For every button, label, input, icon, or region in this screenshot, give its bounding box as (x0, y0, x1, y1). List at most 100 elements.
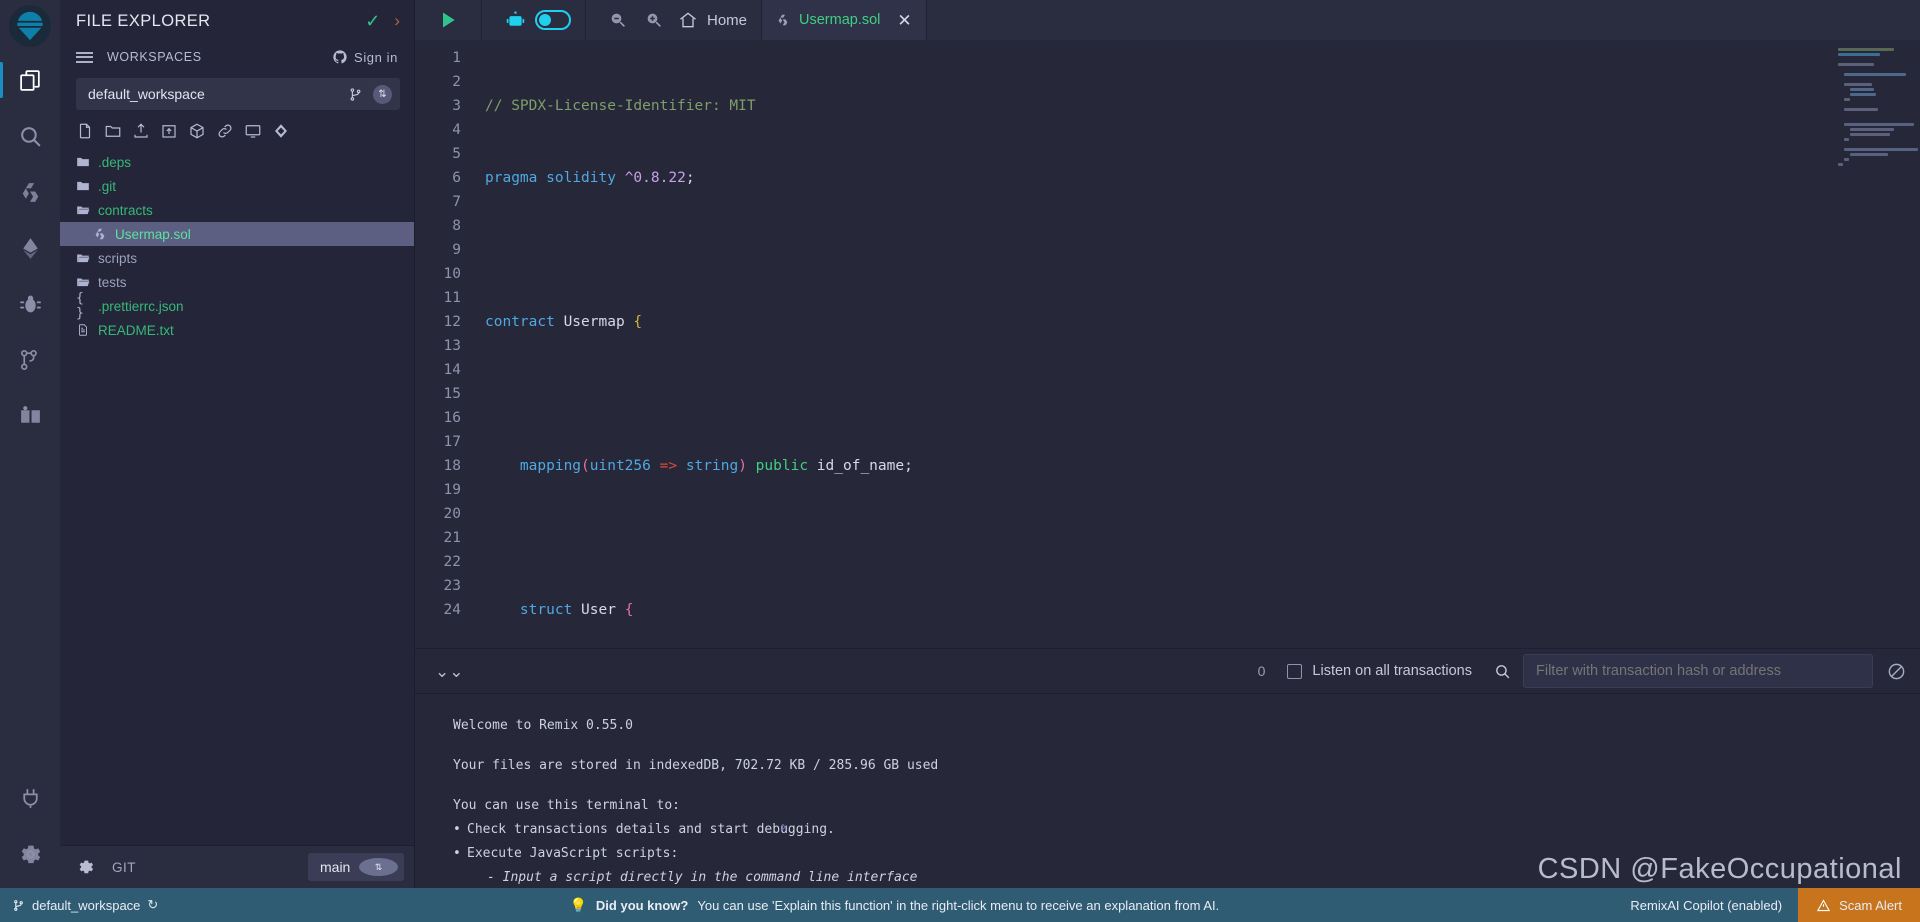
workspace-selector[interactable]: default_workspace ⇅ (76, 78, 400, 110)
list-item[interactable]: contracts (60, 198, 414, 222)
file-tree: .deps .git contracts Usermap.sol scripts (60, 148, 414, 342)
scam-alert-label: Scam Alert (1839, 897, 1902, 913)
terminal-output[interactable]: Welcome to Remix 0.55.0 Your files are s… (415, 694, 1920, 888)
terminal-line: - Input a script directly in the command… (487, 870, 918, 885)
close-icon[interactable]: ✕ (897, 12, 911, 29)
code-editor[interactable]: 1 2 3 4 5 6 7 8 9 10 11 12 13 14 15 16 1… (415, 40, 1920, 648)
settings-gear-icon[interactable] (60, 858, 112, 876)
checkmark-icon[interactable]: ✓ (365, 11, 380, 32)
git-status-bar: GIT main ⇅ (60, 845, 414, 888)
scam-alert-button[interactable]: Scam Alert (1798, 888, 1920, 922)
chevrons-down-icon[interactable]: ⌄⌄ (425, 663, 474, 680)
sidebar-item-solidity-compiler[interactable] (0, 164, 60, 220)
folder-open-icon (76, 203, 98, 217)
sidebar-item-search[interactable] (0, 108, 60, 164)
search-icon[interactable] (1494, 663, 1511, 680)
line-number-gutter: 1 2 3 4 5 6 7 8 9 10 11 12 13 14 15 16 1… (415, 46, 473, 648)
list-item[interactable]: { } .prettierrc.json (60, 291, 414, 321)
main-area: Home Usermap.sol ✕ 1 2 3 4 5 6 7 8 9 10 … (415, 0, 1920, 888)
workspaces-row: WORKSPACES Sign in (60, 42, 414, 72)
line-number: 3 (452, 98, 461, 114)
github-signin-button[interactable]: Sign in (332, 49, 398, 65)
line-number: 24 (443, 602, 461, 618)
editor-decoration-column (473, 46, 485, 648)
tab-usermap-sol[interactable]: Usermap.sol ✕ (762, 0, 927, 40)
ai-toggle[interactable] (535, 10, 571, 30)
sidebar-item-debugger[interactable] (0, 276, 60, 332)
list-item[interactable]: scripts (60, 246, 414, 270)
workspace-dropdown-icon[interactable]: ⇅ (373, 84, 392, 104)
copilot-status[interactable]: RemixAI Copilot (enabled) (1630, 898, 1782, 913)
no-entry-icon[interactable] (1887, 662, 1906, 681)
refresh-icon[interactable]: ↻ (147, 897, 158, 913)
upload-file-icon[interactable] (160, 122, 178, 140)
list-item[interactable]: tests (60, 270, 414, 294)
zoom-out-icon[interactable] (609, 11, 627, 29)
create-new-file-icon[interactable] (76, 122, 94, 140)
remix-logo[interactable] (9, 5, 51, 47)
sidebar-item-file-explorer[interactable] (0, 52, 60, 108)
editor-tabs: Usermap.sol ✕ (762, 0, 927, 40)
icon-bar-bottom-group (0, 770, 60, 888)
transaction-count: 0 (1257, 663, 1266, 679)
workspace-menu-icon[interactable] (76, 51, 93, 63)
line-number: 15 (443, 386, 461, 402)
tip-text: You can use 'Explain this function' in t… (697, 897, 1220, 913)
package-icon[interactable] (188, 122, 206, 140)
toggle-knob (539, 14, 551, 26)
line-number: 4 (452, 122, 461, 138)
git-branch-name: main (320, 859, 351, 875)
local-filesystem-icon[interactable] (244, 122, 262, 140)
home-icon (680, 12, 696, 28)
terminal-prompt-icon[interactable]: › (781, 818, 786, 836)
plugin-socket-icon[interactable] (0, 770, 60, 826)
home-tab-button[interactable]: Home (678, 10, 747, 30)
connect-link-icon[interactable] (216, 122, 234, 140)
source-code[interactable]: // SPDX-License-Identifier: MIT pragma s… (485, 46, 1920, 648)
terminal-panel: ⌄⌄ 0 Listen on all transactions Filter w… (415, 648, 1920, 888)
status-workspace[interactable]: default_workspace ↻ (12, 897, 158, 913)
play-run-icon[interactable] (438, 10, 458, 30)
json-file-icon: { } (76, 291, 84, 321)
list-item[interactable]: .git (60, 174, 414, 198)
create-new-folder-icon[interactable] (104, 122, 122, 140)
zoom-in-icon[interactable] (645, 11, 663, 29)
git-init-icon[interactable] (272, 122, 290, 140)
list-item[interactable]: .deps (60, 150, 414, 174)
line-number: 21 (443, 530, 461, 546)
line-number: 23 (443, 578, 461, 594)
list-item-usermap-sol[interactable]: Usermap.sol (60, 222, 414, 246)
list-item[interactable]: README.txt (60, 318, 414, 342)
transaction-filter-input[interactable] (1523, 654, 1873, 688)
robot-copilot-icon[interactable] (505, 10, 526, 31)
line-number: 1 (452, 50, 461, 66)
terminal-line: You can use this terminal to: (453, 798, 680, 813)
git-branch-selector[interactable]: main ⇅ (308, 853, 404, 881)
terminal-line: Execute JavaScript scripts: (453, 842, 1920, 866)
line-number: 12 (443, 314, 461, 330)
sidebar-item-plugin-manager[interactable] (0, 388, 60, 444)
home-label: Home (707, 11, 748, 29)
chevron-right-icon[interactable]: › (394, 11, 400, 31)
sidebar-item-deploy-run[interactable] (0, 220, 60, 276)
publish-to-gist-icon[interactable] (132, 122, 150, 140)
status-tip: 💡 Did you know? You can use 'Explain thi… (158, 897, 1630, 914)
folder-open-icon (76, 275, 98, 289)
remix-logo-wrap (0, 0, 60, 52)
terminal-blank (453, 738, 1920, 754)
editor-content[interactable]: 1 2 3 4 5 6 7 8 9 10 11 12 13 14 15 16 1… (415, 40, 1920, 648)
line-number: 13 (443, 338, 461, 354)
terminal-line: Welcome to Remix 0.55.0 (453, 718, 634, 733)
code-line-1: // SPDX-License-Identifier: MIT (485, 98, 756, 114)
sidebar-item-git[interactable] (0, 332, 60, 388)
git-label: GIT (112, 859, 136, 875)
solidity-file-icon (93, 227, 115, 241)
file-explorer-toolbar (60, 110, 414, 148)
settings-gear-icon[interactable] (0, 826, 60, 882)
listen-all-transactions-checkbox[interactable]: Listen on all transactions (1287, 663, 1472, 679)
editor-minimap[interactable] (1830, 40, 1920, 648)
git-branch-icon[interactable] (348, 87, 363, 102)
